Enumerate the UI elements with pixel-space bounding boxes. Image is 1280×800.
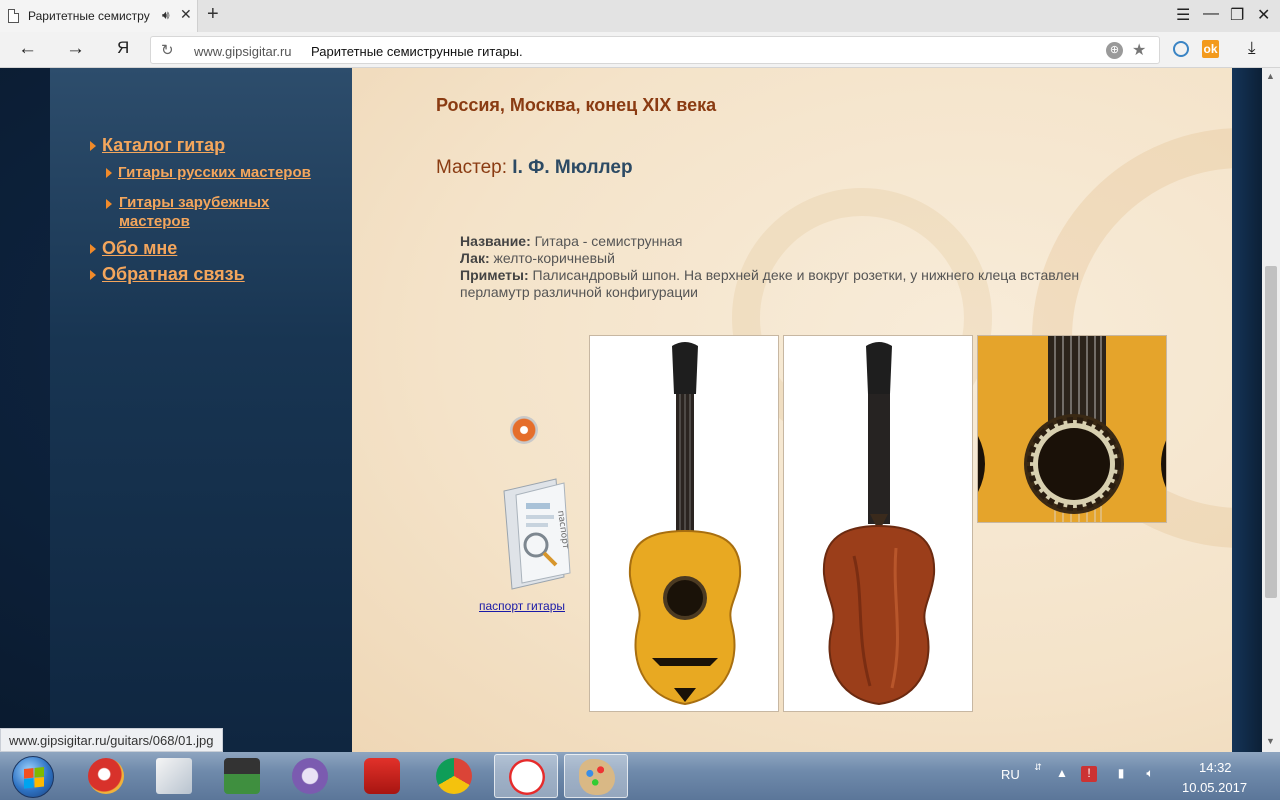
browser-nav-bar: ← → Я ↻ www.gipsigitar.ru Раритетные сем… <box>0 32 1280 68</box>
guitar-back-photo[interactable] <box>783 335 973 712</box>
browser-tab[interactable]: Раритетные семистру 🔊︎ ✕ <box>0 0 198 32</box>
yandex-icon[interactable]: Я <box>117 38 129 58</box>
close-window-icon[interactable]: ✕ <box>1257 5 1270 25</box>
sidebar: Каталог гитар Гитары русских мастеров Ги… <box>50 68 352 752</box>
new-tab-button[interactable]: + <box>207 3 219 26</box>
taskbar: RU ⇵ ▲ ! ▮ 🔈︎ 14:32 10.05.2017 <box>0 752 1280 800</box>
master-label: Мастер: <box>436 157 508 178</box>
address-domain: www.gipsigitar.ru <box>194 44 292 59</box>
reload-icon[interactable]: ↻ <box>161 41 174 59</box>
security-icon[interactable]: ! <box>1081 766 1097 782</box>
arrow-icon <box>106 168 112 179</box>
menu-icon[interactable]: ☰ <box>1176 5 1190 25</box>
back-icon[interactable]: ← <box>18 38 37 60</box>
guitar-rosette-photo[interactable] <box>977 335 1167 523</box>
vertical-scrollbar[interactable]: ▲ ▼ <box>1262 68 1280 752</box>
chrome-icon <box>436 758 472 794</box>
audio-icon[interactable]: 🔊︎ <box>162 8 170 23</box>
page-heading: Россия, Москва, конец XIX века <box>436 95 717 115</box>
address-bar[interactable]: ↻ www.gipsigitar.ru Раритетные семиструн… <box>150 36 1160 64</box>
scroll-up-icon[interactable]: ▲ <box>1266 71 1275 81</box>
passport-link[interactable]: паспорт гитары <box>479 599 565 613</box>
arrow-icon <box>90 141 96 152</box>
menu-foreign-masters[interactable]: Гитары зарубежных мастеров <box>106 193 306 231</box>
document-search-icon <box>156 758 192 794</box>
keyboard-icon[interactable]: ⇵ <box>1030 762 1046 778</box>
arrow-icon <box>90 270 96 281</box>
forward-icon[interactable]: → <box>66 38 85 60</box>
ccleaner-icon <box>88 758 124 794</box>
lacquer-value: желто-коричневый <box>493 250 615 266</box>
extension-icon[interactable] <box>1173 41 1189 57</box>
lacquer-label: Лак: <box>460 250 490 266</box>
paint-icon <box>579 759 615 795</box>
page-icon <box>8 9 19 23</box>
scroll-down-icon[interactable]: ▼ <box>1266 736 1275 746</box>
translate-icon[interactable]: ⊕ <box>1106 42 1123 59</box>
disc-icon[interactable] <box>510 416 538 444</box>
menu-about[interactable]: Обо мне <box>90 238 177 259</box>
name-label: Название: <box>460 233 531 249</box>
user-app-taskbar-button[interactable] <box>210 754 274 798</box>
app-taskbar-button[interactable] <box>278 754 342 798</box>
ccleaner-taskbar-button[interactable] <box>74 754 138 798</box>
restore-icon[interactable]: ❐ <box>1230 5 1244 25</box>
minimize-icon[interactable]: — <box>1203 5 1219 23</box>
language-indicator[interactable]: RU <box>1001 767 1020 782</box>
volume-icon[interactable]: 🔈︎ <box>1142 766 1158 782</box>
tray-arrow-icon[interactable]: ▲ <box>1054 766 1070 782</box>
scroll-thumb[interactable] <box>1265 266 1277 598</box>
download-icon[interactable]: ⤓ <box>1248 38 1256 58</box>
signs-label: Приметы: <box>460 267 529 283</box>
odnoklassniki-icon[interactable]: ok <box>1202 40 1219 58</box>
master-line: Мастер: І. Ф. Мюллер <box>436 157 633 179</box>
windows-logo-icon <box>24 766 44 790</box>
guitar-details: Название: Гитара - семиструнная Лак: жел… <box>460 233 1120 301</box>
name-value: Гитара - семиструнная <box>534 233 683 249</box>
status-url: www.gipsigitar.ru/guitars/068/01.jpg <box>0 728 223 752</box>
yandex-browser-icon <box>509 759 545 795</box>
close-tab-icon[interactable]: ✕ <box>180 6 192 23</box>
arrow-icon <box>90 244 96 255</box>
menu-catalog[interactable]: Каталог гитар <box>90 135 225 156</box>
browser-tab-bar: Раритетные семистру 🔊︎ ✕ + ☰ — ❐ ✕ <box>0 0 1280 32</box>
address-page-title: Раритетные семиструнные гитары. <box>311 44 523 59</box>
app-icon <box>292 758 328 794</box>
arrow-icon <box>106 199 112 209</box>
paint-taskbar-button[interactable] <box>564 754 628 798</box>
file-manager-taskbar-button[interactable] <box>142 754 206 798</box>
start-button[interactable] <box>12 756 54 798</box>
clock-date[interactable]: 10.05.2017 <box>1182 780 1247 795</box>
acrobat-icon <box>364 758 400 794</box>
master-name: І. Ф. Мюллер <box>512 157 633 178</box>
menu-russian-masters[interactable]: Гитары русских мастеров <box>106 164 311 181</box>
chrome-taskbar-button[interactable] <box>422 754 486 798</box>
content-area: Россия, Москва, конец XIX века Мастер: І… <box>352 68 1262 752</box>
guitar-front-photo[interactable] <box>589 335 779 712</box>
acrobat-taskbar-button[interactable] <box>350 754 414 798</box>
network-icon[interactable]: ▮ <box>1113 766 1129 782</box>
yandex-browser-taskbar-button[interactable] <box>494 754 558 798</box>
signs-value: Палисандровый шпон. На верхней деке и во… <box>460 267 1080 300</box>
clock-time[interactable]: 14:32 <box>1199 760 1232 775</box>
page-background-strip <box>1232 68 1262 752</box>
tab-title: Раритетные семистру <box>28 9 150 23</box>
bookmark-star-icon[interactable]: ★ <box>1132 40 1146 60</box>
user-icon <box>224 758 260 794</box>
menu-feedback[interactable]: Обратная связь <box>90 264 245 285</box>
page-viewport: Каталог гитар Гитары русских мастеров Ги… <box>0 68 1262 752</box>
passport-document-icon[interactable]: паспорт <box>498 473 572 593</box>
